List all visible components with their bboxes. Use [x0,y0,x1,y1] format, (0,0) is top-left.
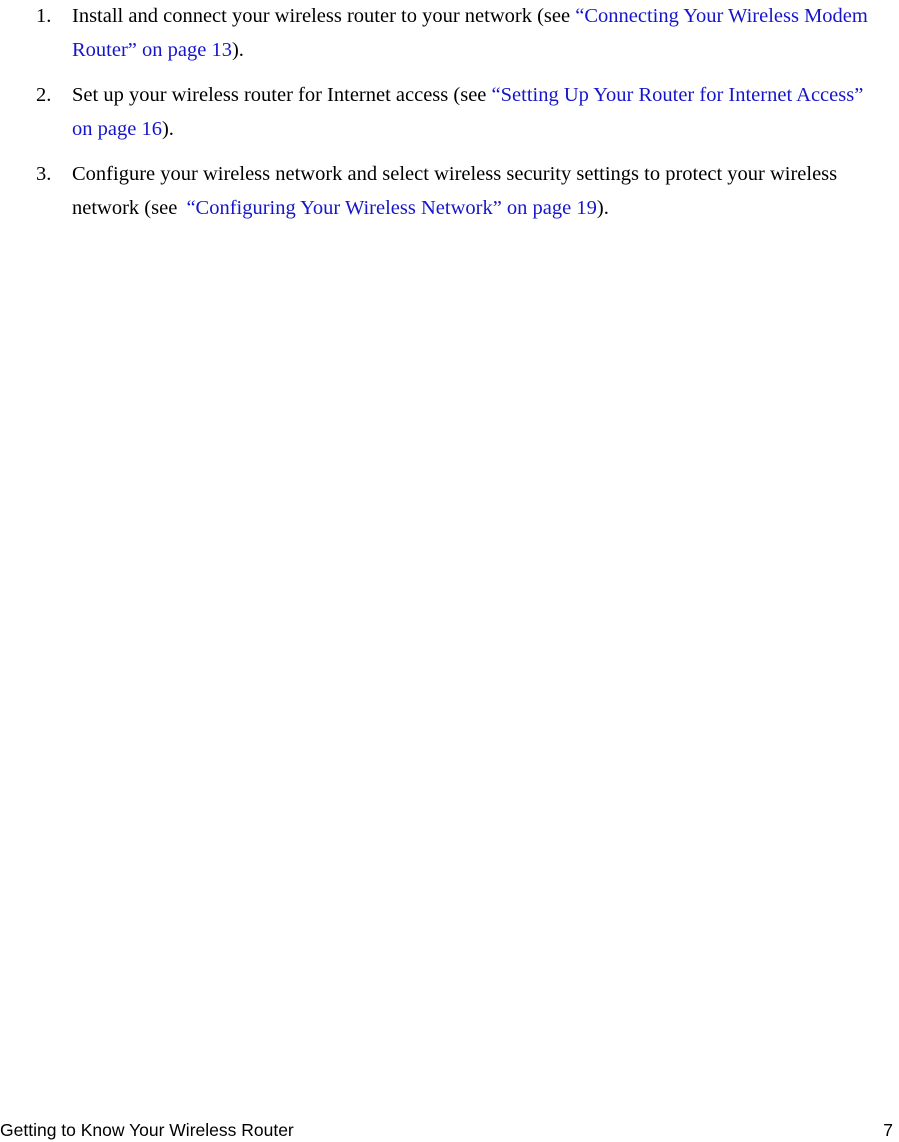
list-item-text: Install and connect your wireless router… [72,0,886,67]
list-item-tail-text: ). [596,196,609,219]
cross-reference-link[interactable]: “Configuring Your Wireless Network” on p… [186,197,596,219]
page-body: 1. Install and connect your wireless rou… [0,0,899,225]
footer-page-number: 7 [883,1120,893,1140]
list-item-number: 1. [36,5,52,27]
list-item-text: Set up your wireless router for Internet… [72,79,886,146]
list-item-number: 3. [36,163,52,185]
list-item-tail-text: ). [161,117,174,140]
list-item: 2. Set up your wireless router for Inter… [0,79,899,146]
list-item-tail-text: ). [231,38,244,61]
numbered-procedure-list: 1. Install and connect your wireless rou… [0,0,899,225]
list-item-number: 2. [36,84,52,106]
list-item-lead-text: Install and connect your wireless router… [72,5,576,27]
list-item-text: Configure your wireless network and sele… [72,158,886,225]
footer-chapter-title: Getting to Know Your Wireless Router [0,1120,294,1140]
list-item: 1. Install and connect your wireless rou… [0,0,899,67]
page-footer: Getting to Know Your Wireless Router 7 [0,1119,899,1142]
list-item: 3. Configure your wireless network and s… [0,158,899,225]
list-item-lead-text: Set up your wireless router for Internet… [72,84,492,106]
document-page: 1. Install and connect your wireless rou… [0,0,899,1142]
